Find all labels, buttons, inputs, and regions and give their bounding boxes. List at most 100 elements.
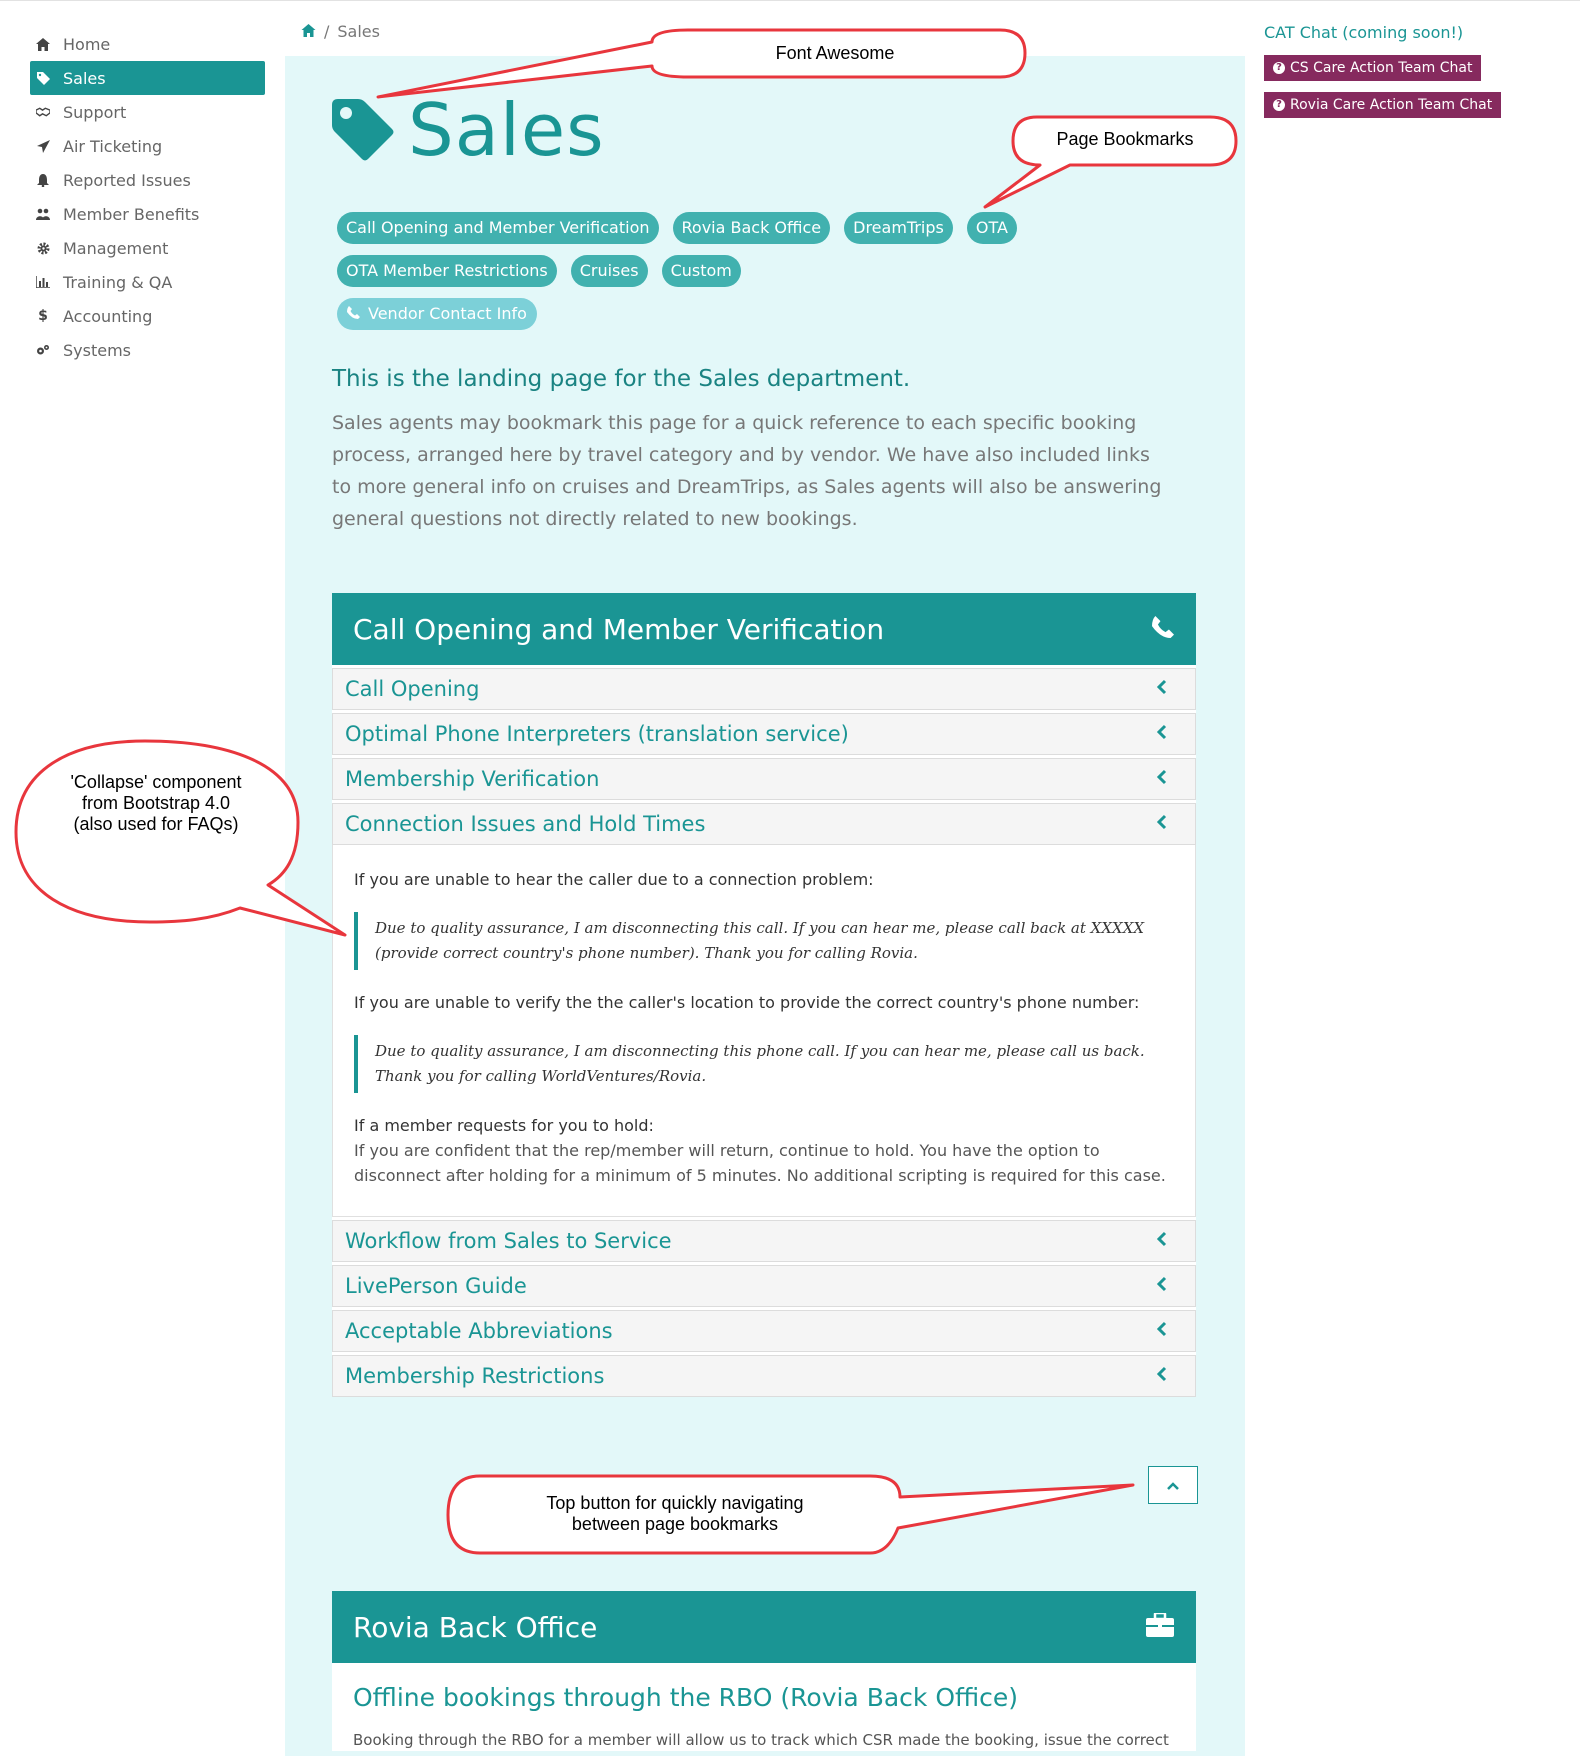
body-subtitle: If a member requests for you to hold:: [354, 1116, 654, 1135]
accordion-body: If you are unable to hear the caller due…: [332, 845, 1196, 1217]
callout-line: (also used for FAQs): [73, 814, 239, 834]
sidebar-nav: Home Sales Support Air Ticketing Reporte…: [30, 27, 265, 367]
callout-page-bookmarks: Page Bookmarks: [1056, 129, 1194, 149]
gears-icon: [36, 343, 50, 357]
card-header: Call Opening and Member Verification: [332, 593, 1196, 665]
accordion-label: LivePerson Guide: [345, 1274, 527, 1298]
sidebar-item-label: Accounting: [63, 306, 153, 326]
chevron-up-icon: [1166, 1476, 1180, 1495]
tag-icon: [332, 99, 394, 161]
rovia-care-chat-button[interactable]: ? Rovia Care Action Team Chat: [1264, 92, 1502, 118]
callout-line: between page bookmarks: [571, 1514, 779, 1534]
back-to-top-button[interactable]: [1148, 1466, 1198, 1504]
chevron-left-icon: [1156, 814, 1167, 834]
dollar-icon: $: [38, 308, 48, 324]
briefcase-icon: [1146, 1611, 1174, 1641]
bookmark-vendor-contact-info[interactable]: Vendor Contact Info: [337, 298, 537, 330]
sidebar-item-support[interactable]: Support: [30, 95, 265, 129]
cat-chat-title: CAT Chat (coming soon!): [1264, 23, 1464, 42]
plane-icon: [36, 139, 50, 153]
callout-collapse-component: 'Collapse' component from Bootstrap 4.0 …: [46, 772, 266, 835]
sidebar-item-member-benefits[interactable]: Member Benefits: [30, 197, 265, 231]
sidebar-item-label: Home: [63, 34, 111, 54]
page-title: Sales: [332, 88, 605, 172]
sidebar-item-training-qa[interactable]: Training & QA: [30, 265, 265, 299]
sidebar-item-label: Sales: [63, 68, 106, 88]
handshake-icon: [36, 105, 50, 119]
accordion-label: Workflow from Sales to Service: [345, 1229, 672, 1253]
chevron-left-icon: [1156, 1366, 1167, 1386]
callout-top-button: Top button for quickly navigating betwee…: [500, 1493, 850, 1535]
bookmark-cruises[interactable]: Cruises: [570, 255, 648, 287]
sidebar-item-home[interactable]: Home: [30, 27, 265, 61]
phone-icon: [1152, 616, 1174, 642]
gear-icon: [36, 241, 50, 255]
cs-care-chat-button[interactable]: ? CS Care Action Team Chat: [1264, 55, 1482, 81]
bookmark-ota[interactable]: OTA: [966, 212, 1017, 244]
chevron-left-icon: [1156, 679, 1167, 699]
accordion-item-expanded[interactable]: Connection Issues and Hold Times: [332, 803, 1196, 845]
top-border: [0, 0, 1580, 5]
breadcrumb-separator: /: [324, 22, 330, 41]
chevron-left-icon: [1156, 1276, 1167, 1296]
accordion-label: Call Opening: [345, 677, 480, 701]
bookmark-label: Vendor Contact Info: [368, 304, 527, 323]
card-title: Call Opening and Member Verification: [353, 612, 885, 646]
sidebar-item-reported-issues[interactable]: Reported Issues: [30, 163, 265, 197]
callout-line: Top button for quickly navigating: [546, 1493, 804, 1513]
accordion-item[interactable]: Acceptable Abbreviations: [332, 1310, 1196, 1352]
page-bookmarks: Call Opening and Member Verification Rov…: [337, 212, 1037, 341]
accordion-item[interactable]: Membership Verification: [332, 758, 1196, 800]
question-circle-icon: ?: [1273, 99, 1285, 111]
question-circle-icon: ?: [1273, 62, 1285, 74]
bookmark-dreamtrips[interactable]: DreamTrips: [844, 212, 953, 244]
sidebar-item-label: Training & QA: [63, 272, 173, 292]
callout-font-awesome: Font Awesome: [775, 43, 895, 63]
bookmark-ota-member-restrictions[interactable]: OTA Member Restrictions: [337, 255, 557, 287]
tag-icon: [36, 71, 50, 85]
sidebar-item-label: Support: [63, 102, 127, 122]
accordion-label: Membership Verification: [345, 767, 600, 791]
sidebar-item-systems[interactable]: Systems: [30, 333, 265, 367]
card-title: Rovia Back Office: [353, 1610, 598, 1644]
accordion-item[interactable]: Call Opening: [332, 668, 1196, 710]
users-icon: [36, 207, 50, 221]
bookmark-rovia-back-office[interactable]: Rovia Back Office: [672, 212, 831, 244]
body-text: If you are unable to hear the caller due…: [354, 870, 874, 889]
sidebar-item-accounting[interactable]: $ Accounting: [30, 299, 265, 333]
breadcrumb: / Sales: [301, 22, 380, 41]
accordion-item[interactable]: LivePerson Guide: [332, 1265, 1196, 1307]
script-quote: Due to quality assurance, I am disconnec…: [354, 1035, 1173, 1093]
accordion-item[interactable]: Optimal Phone Interpreters (translation …: [332, 713, 1196, 755]
home-icon: [36, 37, 50, 51]
card-header: Rovia Back Office: [332, 1591, 1196, 1663]
callout-line: from Bootstrap 4.0: [81, 793, 231, 813]
accordion-item[interactable]: Membership Restrictions: [332, 1355, 1196, 1397]
section-heading: Offline bookings through the RBO (Rovia …: [353, 1683, 1019, 1712]
bar-chart-icon: [36, 275, 50, 289]
chevron-left-icon: [1156, 1231, 1167, 1251]
sidebar-item-air-ticketing[interactable]: Air Ticketing: [30, 129, 265, 163]
sidebar-item-label: Reported Issues: [63, 170, 191, 190]
body-text: If you are confident that the rep/member…: [354, 1141, 1166, 1185]
sidebar-item-label: Systems: [63, 340, 131, 360]
chevron-left-icon: [1156, 769, 1167, 789]
accordion-label: Connection Issues and Hold Times: [345, 812, 706, 836]
accordion-label: Optimal Phone Interpreters (translation …: [345, 722, 849, 746]
sidebar-item-sales[interactable]: Sales: [30, 61, 265, 95]
page-heading: Sales: [408, 88, 605, 172]
bookmark-call-opening[interactable]: Call Opening and Member Verification: [337, 212, 659, 244]
sidebar-item-label: Air Ticketing: [63, 136, 163, 156]
accordion-label: Acceptable Abbreviations: [345, 1319, 613, 1343]
bell-icon: [36, 173, 50, 187]
body-text: If you are unable to verify the the call…: [354, 993, 1140, 1012]
breadcrumb-home-icon[interactable]: [301, 22, 316, 41]
lead-heading: This is the landing page for the Sales d…: [332, 366, 911, 392]
card-call-opening: Call Opening and Member Verification Cal…: [332, 593, 1196, 1397]
bookmark-custom[interactable]: Custom: [661, 255, 741, 287]
sidebar-item-management[interactable]: Management: [30, 231, 265, 265]
sidebar-item-label: Member Benefits: [63, 204, 200, 224]
sidebar-item-label: Management: [63, 238, 169, 258]
accordion-item[interactable]: Workflow from Sales to Service: [332, 1220, 1196, 1262]
chevron-left-icon: [1156, 724, 1167, 744]
